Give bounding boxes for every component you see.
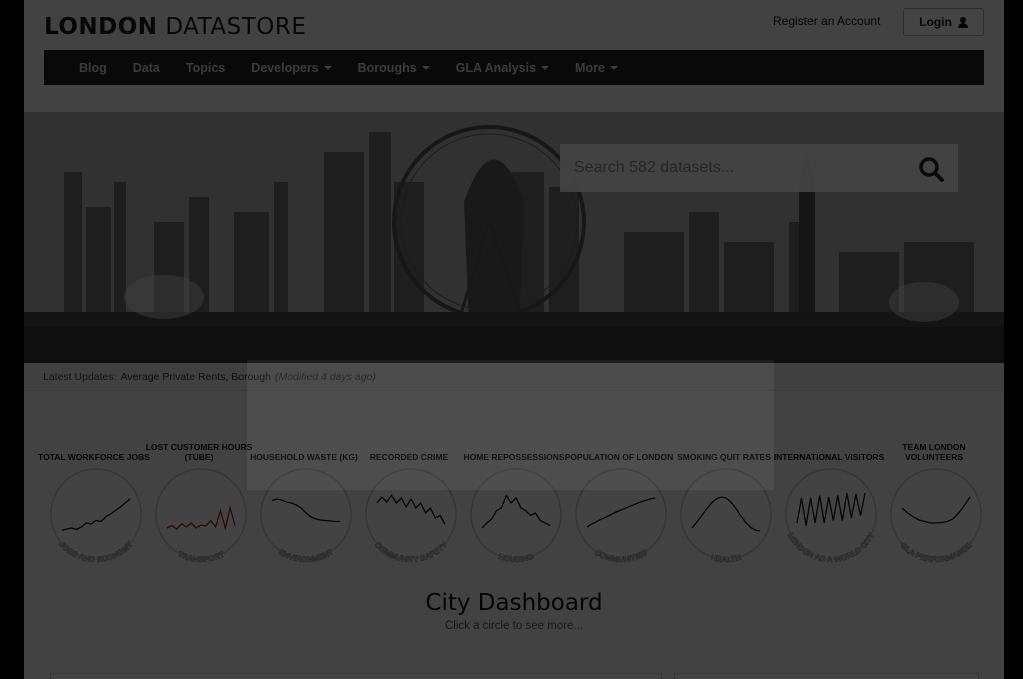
widget-circle[interactable]: HOUSING: [464, 460, 568, 570]
widget-circle[interactable]: COMMUNITY SAFETY: [359, 460, 463, 570]
login-label: Login: [919, 15, 952, 29]
widget-title: HOME REPOSSESSIONS: [463, 452, 565, 462]
nav-item-gla-analysis[interactable]: GLA Analysis: [443, 50, 562, 85]
updates-link[interactable]: Average Private Rents, Borough: [121, 371, 271, 383]
nav-item-topics[interactable]: Topics: [173, 50, 238, 85]
user-icon: [957, 16, 968, 28]
dashboard-widget[interactable]: SMOKING QUIT RATES HEALTH: [674, 400, 774, 575]
logo-light: DATASTORE: [165, 14, 307, 40]
caret-down-icon: [421, 65, 430, 70]
nav-item-label: Blog: [79, 60, 107, 75]
widget-circle[interactable]: LONDON AS A WORLD CITY: [779, 460, 883, 570]
page: LONDON DATASTORE Register an Account Log…: [24, 0, 1004, 679]
content-panel-right: [674, 673, 979, 679]
widget-title: TEAM LONDON VOLUNTEERS: [902, 442, 966, 462]
main-nav: Blog Data Topics Developers Boroughs GLA Anal…: [44, 50, 984, 85]
nav-item-blog[interactable]: Blog: [66, 50, 120, 85]
caret-down-icon: [541, 65, 550, 70]
dashboard-widget[interactable]: HOME REPOSSESSIONS HOUSING: [463, 400, 564, 575]
widget-circle[interactable]: TRANSPORT: [149, 460, 253, 570]
widget-circle[interactable]: ENVIRONMENT: [254, 460, 358, 570]
widget-title: SMOKING QUIT RATES: [677, 452, 771, 462]
widget-title: TOTAL WORKFORCE JOBS: [38, 452, 150, 462]
dashboard-widget[interactable]: TOTAL WORKFORCE JOBS JOBS AND ECONOMY: [38, 400, 150, 575]
widget-circle-bg: [155, 468, 247, 560]
widget-circle-bg: [260, 468, 352, 560]
updates-prefix: Latest Updates:: [43, 370, 117, 383]
nav-item-label: Boroughs: [357, 60, 417, 75]
city-dashboard-subtitle: Click a circle to see more...: [444, 620, 584, 632]
caret-down-icon: [609, 65, 618, 70]
content-panel-left: [50, 673, 662, 679]
widget-circle-bg: [680, 468, 772, 560]
city-dashboard-title: City Dashboard: [425, 590, 603, 616]
widget-title: RECORDED CRIME: [369, 452, 449, 462]
nav-item-boroughs[interactable]: Boroughs: [345, 50, 443, 85]
dashboard-widget[interactable]: LOST CUSTOMER HOURS (TUBE) TRANSPORT: [146, 400, 253, 575]
widget-circle[interactable]: GLA PERFORMANCE: [884, 460, 988, 570]
nav-item-label: GLA Analysis: [455, 60, 537, 75]
nav-item-label: Topics: [185, 60, 226, 75]
widget-circle[interactable]: JOBS AND ECONOMY: [44, 460, 148, 570]
dashboard-widget[interactable]: TEAM LONDON VOLUNTEERS GLA PERFORMANCE: [884, 400, 984, 575]
dashboard-widget[interactable]: POPULATION OF LONDON COMMUNITIES: [565, 400, 673, 575]
login-button[interactable]: Login: [903, 8, 984, 36]
dashboard-widget[interactable]: INTERNATIONAL VISITORS LONDON AS A WORLD …: [774, 400, 885, 575]
latest-updates-bar: Latest Updates: Average Private Rents, B…: [24, 363, 1004, 391]
register-link[interactable]: Register an Account: [773, 14, 880, 28]
widget-circle-bg: [575, 468, 667, 560]
widget-title: INTERNATIONAL VISITORS: [773, 452, 885, 462]
city-dashboard-widgets: TOTAL WORKFORCE JOBS JOBS AND ECONOMY LOST…: [38, 400, 989, 580]
widget-title: POPULATION OF LONDON: [564, 452, 674, 462]
logo-bold: LONDON: [44, 14, 158, 40]
search-input[interactable]: [574, 159, 904, 177]
dashboard-widget[interactable]: HOUSEHOLD WASTE (KG) ENVIRONMENT: [250, 400, 358, 575]
widget-circle[interactable]: COMMUNITIES: [569, 460, 673, 570]
search-box: [560, 144, 958, 192]
search-icon[interactable]: [918, 156, 944, 182]
dashboard-widget[interactable]: RECORDED CRIME COMMUNITY SAFETY: [359, 400, 459, 575]
widget-circle[interactable]: HEALTH: [674, 460, 778, 570]
updates-modified: (Modified 4 days ago): [274, 370, 376, 383]
nav-item-developers[interactable]: Developers: [238, 50, 344, 85]
nav-item-label: More: [575, 60, 605, 75]
nav-item-label: Data: [132, 60, 160, 75]
caret-down-icon: [323, 65, 332, 70]
nav-item-more[interactable]: More: [562, 50, 631, 85]
site-logo[interactable]: LONDON DATASTORE: [44, 14, 306, 40]
widget-title: LOST CUSTOMER HOURS (TUBE): [145, 442, 253, 462]
hero-banner: [24, 112, 1004, 363]
nav-item-data[interactable]: Data: [120, 50, 173, 85]
widget-title: HOUSEHOLD WASTE (KG): [250, 452, 358, 462]
nav-item-label: Developers: [251, 60, 319, 75]
widget-circle-bg: [470, 468, 562, 560]
